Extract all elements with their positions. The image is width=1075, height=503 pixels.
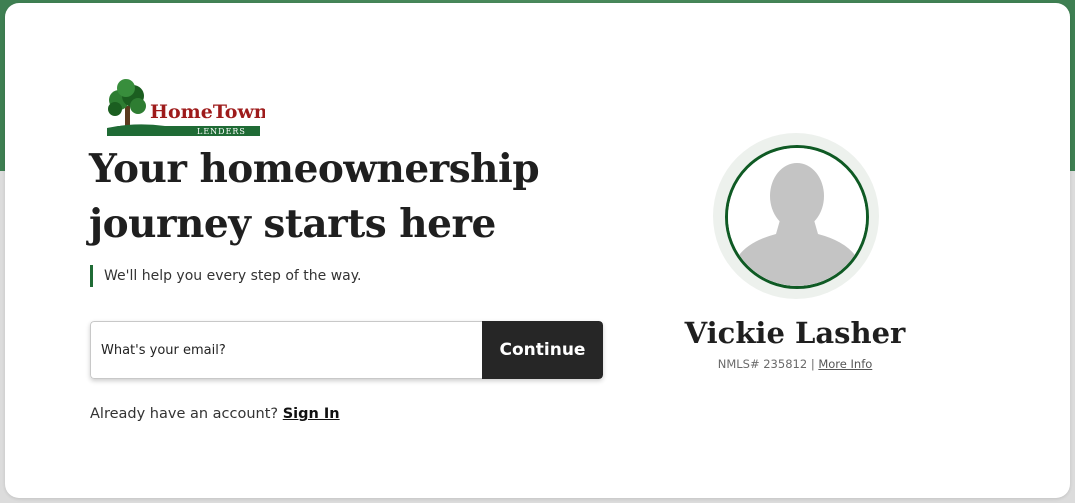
- nmls-number: NMLS# 235812: [717, 357, 808, 371]
- loan-officer-name: Vickie Lasher: [684, 316, 906, 350]
- page-headline: Your homeownership journey starts here: [89, 146, 540, 247]
- email-input[interactable]: [90, 321, 482, 379]
- loan-officer-avatar-ring: [713, 133, 879, 299]
- loan-officer-avatar: [725, 145, 869, 289]
- svg-text:HomeTown: HomeTown: [150, 101, 265, 123]
- hometown-lenders-logo: HomeTown LENDERS: [105, 78, 268, 140]
- sign-in-prompt: Already have an account? Sign In: [90, 406, 340, 422]
- subheadline: We'll help you every step of the way.: [90, 265, 361, 287]
- svg-text:LENDERS: LENDERS: [197, 127, 246, 136]
- default-user-silhouette-icon: [728, 148, 866, 286]
- email-form: Continue: [90, 321, 603, 379]
- sign-in-link[interactable]: Sign In: [283, 406, 340, 422]
- continue-button[interactable]: Continue: [482, 321, 603, 379]
- nmls-info: NMLS# 235812 | More Info: [645, 357, 945, 371]
- signup-card: HomeTown LENDERS Your homeownership jour…: [5, 3, 1070, 498]
- nmls-separator: |: [810, 357, 815, 371]
- more-info-link[interactable]: More Info: [818, 357, 872, 371]
- account-prompt-text: Already have an account?: [90, 406, 279, 422]
